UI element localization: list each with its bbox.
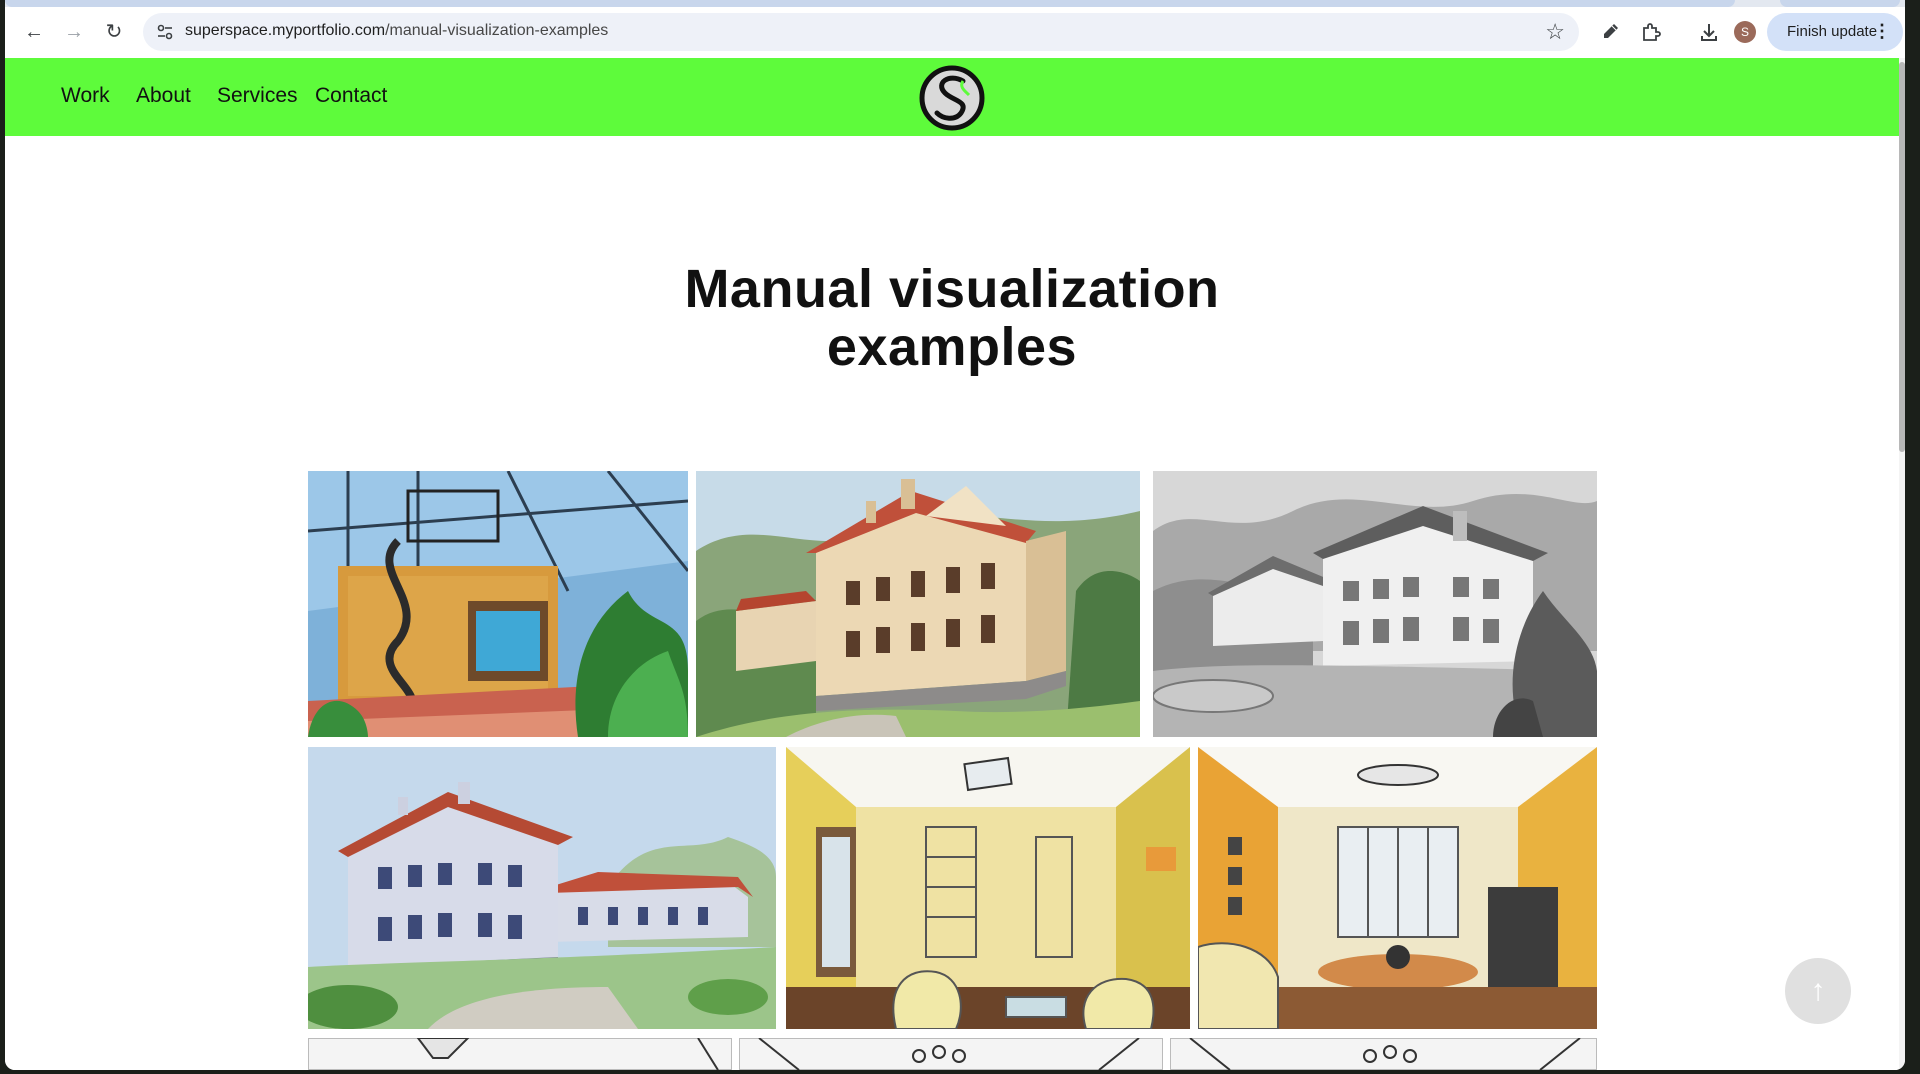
nav-work[interactable]: Work <box>61 84 110 108</box>
gallery-image-interior-sketch-3[interactable] <box>1170 1038 1597 1070</box>
profile-avatar[interactable]: S <box>1734 21 1756 43</box>
url-text[interactable]: superspace.myportfolio.com/manual-visual… <box>185 22 608 40</box>
gallery-image-yellow-living-room[interactable] <box>786 747 1190 1029</box>
download-icon[interactable] <box>1696 19 1722 45</box>
gallery-image-pencil-mansion[interactable] <box>1153 471 1597 737</box>
page-title-line2: examples <box>826 317 1078 378</box>
nav-services[interactable]: Services <box>217 84 298 108</box>
gallery-image-interior-sketch-2[interactable] <box>739 1038 1163 1070</box>
back-arrow-icon[interactable]: ← <box>21 19 47 45</box>
gallery-image-winter-garden[interactable] <box>308 471 688 737</box>
tab-strip <box>5 0 1905 7</box>
address-bar[interactable]: superspace.myportfolio.com/manual-visual… <box>143 13 1579 51</box>
back-to-top-button[interactable]: ↑ <box>1785 958 1851 1024</box>
eyedropper-icon[interactable] <box>1597 19 1623 45</box>
gallery-image-bay-window-room[interactable] <box>1198 747 1597 1029</box>
url-path: /manual-visualization-examples <box>385 22 609 39</box>
inactive-tab[interactable] <box>1780 0 1900 7</box>
star-icon[interactable]: ☆ <box>1545 19 1565 45</box>
url-host: superspace.myportfolio.com <box>185 22 386 39</box>
site-header: Work About Services Contact <box>5 58 1899 136</box>
gallery-image-interior-sketch-1[interactable] <box>308 1038 732 1070</box>
finish-update-button[interactable]: Finish update ⋮ <box>1767 13 1903 51</box>
gallery-image-beige-villa[interactable] <box>696 471 1140 737</box>
gallery-image-blue-villa[interactable] <box>308 747 776 1029</box>
finish-update-label: Finish update <box>1787 23 1878 40</box>
arrow-up-icon: ↑ <box>1810 974 1826 1007</box>
browser-window: ← → ↻ superspace.myportfolio.com/manual-… <box>5 0 1905 1070</box>
site-settings-icon[interactable] <box>155 22 175 42</box>
active-tab[interactable] <box>5 0 1735 7</box>
browser-toolbar: ← → ↻ superspace.myportfolio.com/manual-… <box>5 0 1905 58</box>
nav-contact[interactable]: Contact <box>315 84 387 108</box>
nav-about[interactable]: About <box>136 84 191 108</box>
page-title-line1: Manual visualization <box>684 259 1220 320</box>
page-scrollbar[interactable] <box>1899 58 1905 1070</box>
web-page: Work About Services Contact Manual visua… <box>5 58 1899 1070</box>
kebab-menu-icon[interactable]: ⋮ <box>1873 21 1891 42</box>
scrollbar-thumb[interactable] <box>1899 62 1905 452</box>
site-logo[interactable] <box>919 65 985 131</box>
extensions-icon[interactable] <box>1638 19 1664 45</box>
reload-icon[interactable]: ↻ <box>101 19 127 45</box>
page-title: Manual visualization examples <box>5 260 1899 376</box>
forward-arrow-icon[interactable]: → <box>61 19 87 45</box>
